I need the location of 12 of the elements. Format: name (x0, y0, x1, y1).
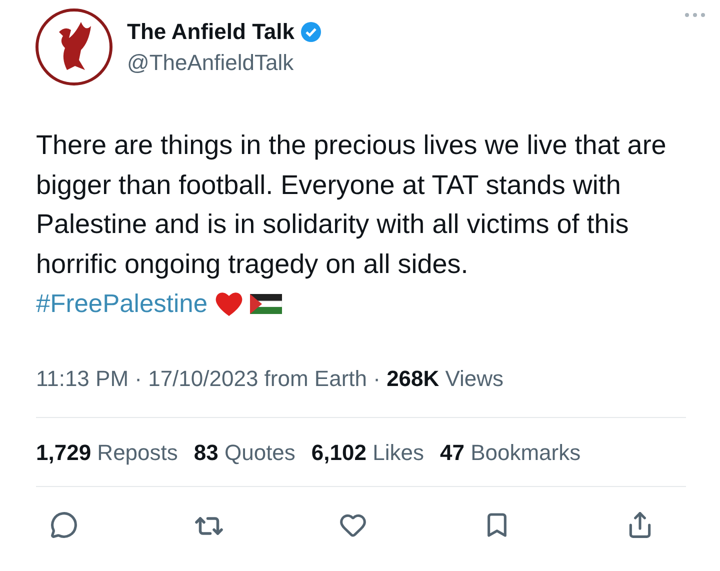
account-handle[interactable]: @TheAnfieldTalk (127, 48, 322, 78)
engagement-stat[interactable]: 1,729 Reposts (36, 436, 178, 468)
engagement-stat[interactable]: 47 Bookmarks (440, 436, 581, 468)
tweet-text: There are things in the precious lives we live that are bigger than football. Everyone at TAT stands with Palestine and is in solidarity with all victims of this horrific ongoing tragedy on all sides. (36, 129, 668, 281)
flag-icon (250, 294, 282, 314)
account-name[interactable]: The Anfield Talk (127, 18, 294, 46)
heart-icon (214, 290, 244, 318)
reply-icon[interactable] (50, 511, 78, 541)
tweet-metadata: 11:13 PM · 17/10/2023 from Earth · 268K Views (36, 366, 504, 391)
engagement-stat[interactable]: 6,102 Likes (311, 436, 424, 468)
engagement-stat[interactable]: 83 Quotes (194, 436, 296, 468)
hashtag-link[interactable]: #FreePalestine (36, 284, 208, 324)
